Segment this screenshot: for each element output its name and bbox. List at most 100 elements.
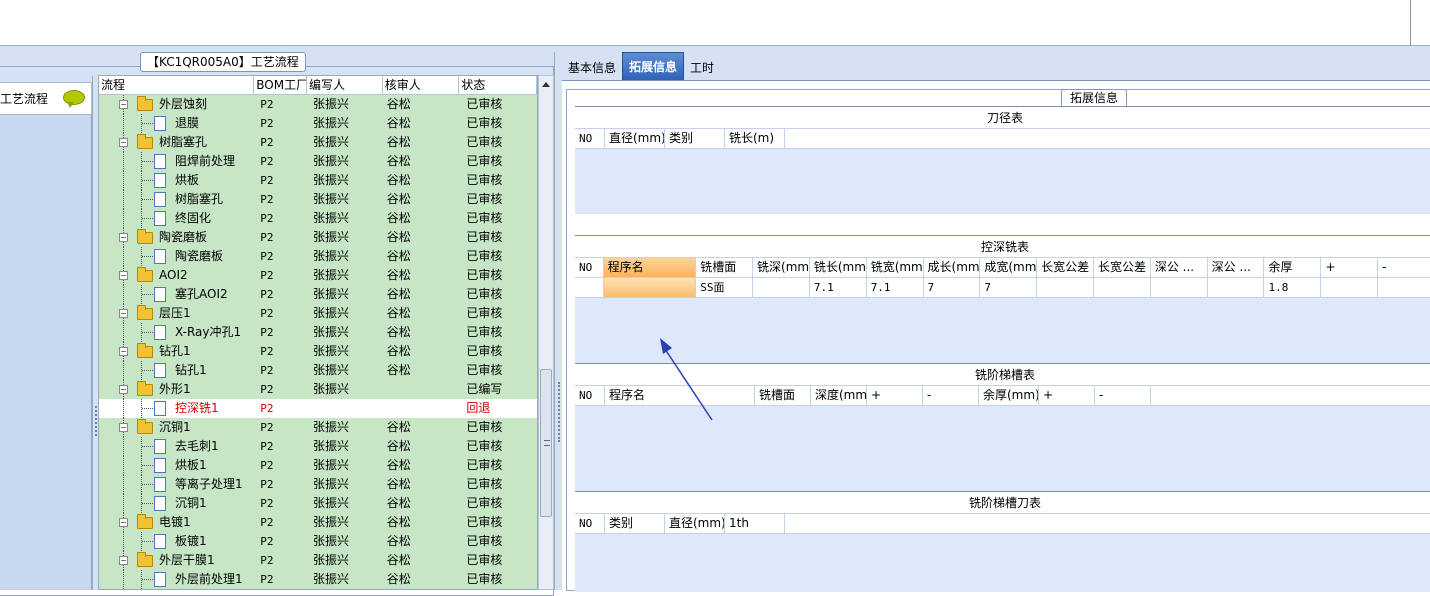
table-cell[interactable] — [1037, 278, 1094, 298]
tree-node[interactable]: X-Ray冲孔1 — [99, 323, 254, 342]
table-cell[interactable] — [1207, 278, 1265, 298]
table-row[interactable]: 等离子处理1 P2 张振兴 谷松 已审核 — [99, 475, 537, 494]
tree-node[interactable]: 控深铣1 — [99, 399, 254, 418]
table-row[interactable]: − 外形1 P2 张振兴 已编写 — [99, 380, 537, 399]
table-row[interactable]: 控深铣1 P2 回退 — [99, 399, 537, 418]
table-cell[interactable]: 7.1 — [866, 278, 924, 298]
column-header[interactable]: + — [1039, 386, 1095, 405]
tree-collapse-toggle-icon[interactable]: − — [119, 100, 128, 109]
column-header[interactable]: 程序名 — [603, 258, 697, 277]
tree-node[interactable]: 陶瓷磨板 — [99, 247, 254, 266]
column-header[interactable]: 深公 ... — [1151, 258, 1208, 277]
table-row[interactable]: 板镀1 P2 张振兴 谷松 已审核 — [99, 532, 537, 551]
column-header[interactable]: 深公 ... — [1208, 258, 1265, 277]
column-header[interactable]: 铣长(mm) — [810, 258, 867, 277]
tree-node[interactable]: 板镀1 — [99, 532, 254, 551]
column-header[interactable]: 直径(mm) — [605, 129, 665, 148]
tree-node[interactable]: 沉铜1 — [99, 494, 254, 513]
column-header[interactable]: - — [1095, 386, 1151, 405]
tab-work-hours[interactable]: 工时 — [684, 56, 720, 80]
table-row[interactable]: − 陶瓷磨板 P2 张振兴 谷松 已审核 — [99, 228, 537, 247]
table-row[interactable]: 烘板1 P2 张振兴 谷松 已审核 — [99, 456, 537, 475]
table-row[interactable]: − AOI2 P2 张振兴 谷松 已审核 — [99, 266, 537, 285]
column-header[interactable]: NO — [575, 386, 605, 405]
tree-node[interactable]: 阻焊前处理 — [99, 152, 254, 171]
table-cell[interactable]: SS面 — [696, 278, 754, 298]
column-header[interactable]: + — [867, 386, 923, 405]
table-cell[interactable]: 7 — [923, 278, 981, 298]
table-cell[interactable] — [1378, 278, 1430, 298]
table-cell[interactable]: 1.8 — [1264, 278, 1322, 298]
table-cell[interactable] — [753, 278, 810, 298]
tree-collapse-toggle-icon[interactable]: − — [119, 385, 128, 394]
column-header[interactable]: 长宽公差 — [1094, 258, 1151, 277]
table-row[interactable]: 终固化 P2 张振兴 谷松 已审核 — [99, 209, 537, 228]
column-header[interactable]: 直径(mm) — [665, 514, 725, 533]
table-row[interactable]: − 外层蚀刻 P2 张振兴 谷松 已审核 — [99, 95, 537, 114]
table-row[interactable]: 阻焊前处理 P2 张振兴 谷松 已审核 — [99, 152, 537, 171]
right-splitter-handle[interactable] — [554, 52, 562, 590]
table-row[interactable]: − 电镀1 P2 张振兴 谷松 已审核 — [99, 513, 537, 532]
table-row[interactable]: 钻孔1 P2 张振兴 谷松 已审核 — [99, 361, 537, 380]
column-header[interactable]: - — [1378, 258, 1430, 277]
tree-node[interactable]: − AOI2 — [99, 266, 254, 285]
column-header[interactable]: 类别 — [665, 129, 725, 148]
table-row[interactable]: 陶瓷磨板 P2 张振兴 谷松 已审核 — [99, 247, 537, 266]
column-header[interactable]: 铣槽面 — [755, 386, 811, 405]
column-header[interactable]: 铣长(m) — [725, 129, 785, 148]
table-row[interactable]: 沉铜1 P2 张振兴 谷松 已审核 — [99, 494, 537, 513]
table-row[interactable]: − 沉铜1 P2 张振兴 谷松 已审核 — [99, 418, 537, 437]
table-row[interactable]: − 树脂塞孔 P2 张振兴 谷松 已审核 — [99, 133, 537, 152]
tree-node[interactable]: 去毛刺1 — [99, 437, 254, 456]
column-header-writer[interactable]: 编写人 — [307, 76, 383, 94]
tree-node[interactable]: − 沉铜1 — [99, 418, 254, 437]
table-row[interactable]: 外层前处理1 P2 张振兴 谷松 已审核 — [99, 570, 537, 589]
tree-node[interactable]: − 层压1 — [99, 304, 254, 323]
column-header[interactable]: 类别 — [605, 514, 665, 533]
table-cell[interactable] — [1094, 278, 1151, 298]
program-name-cell[interactable] — [603, 278, 697, 298]
column-header-reviewer[interactable]: 核审人 — [383, 76, 460, 94]
column-header[interactable]: NO — [575, 258, 604, 277]
tree-node[interactable]: − 外层干膜1 — [99, 551, 254, 570]
tree-node[interactable]: − 钻孔1 — [99, 342, 254, 361]
tree-collapse-toggle-icon[interactable]: − — [119, 233, 128, 242]
column-header[interactable]: + — [1321, 258, 1379, 277]
table-row[interactable]: 烘板 P2 张振兴 谷松 已审核 — [99, 171, 537, 190]
depth-milling-data-row[interactable]: SS面 7.1 7.1 7 7 1.8 — [575, 278, 1430, 298]
tree-node[interactable]: 终固化 — [99, 209, 254, 228]
table-row[interactable]: 树脂塞孔 P2 张振兴 谷松 已审核 — [99, 190, 537, 209]
tree-node[interactable]: 塞孔AOI2 — [99, 285, 254, 304]
tree-node[interactable]: − 电镀1 — [99, 513, 254, 532]
column-header[interactable]: - — [923, 386, 979, 405]
tab-extended-info[interactable]: 拓展信息 — [622, 52, 685, 80]
column-header[interactable]: 深度(mm) — [811, 386, 867, 405]
scrollbar-thumb[interactable] — [540, 369, 552, 517]
tree-node[interactable]: 退膜 — [99, 114, 254, 133]
tree-node[interactable]: 钻孔1 — [99, 361, 254, 380]
tree-node[interactable]: 外层前处理1 — [99, 570, 254, 589]
tree-vertical-scrollbar[interactable] — [538, 75, 554, 590]
table-cell[interactable] — [1321, 278, 1379, 298]
tree-node[interactable]: − 外形1 — [99, 380, 254, 399]
tree-node[interactable]: − 外层蚀刻 — [99, 95, 254, 114]
tree-collapse-toggle-icon[interactable]: − — [119, 518, 128, 527]
scroll-up-arrow-icon[interactable] — [542, 82, 550, 87]
table-row[interactable]: − 钻孔1 P2 张振兴 谷松 已审核 — [99, 342, 537, 361]
tree-node[interactable]: 烘板1 — [99, 456, 254, 475]
tree-collapse-toggle-icon[interactable]: − — [119, 271, 128, 280]
tree-node[interactable]: − 树脂塞孔 — [99, 133, 254, 152]
column-header[interactable]: 余厚(mm) — [979, 386, 1039, 405]
tree-collapse-toggle-icon[interactable]: − — [119, 347, 128, 356]
table-cell[interactable]: 7 — [980, 278, 1038, 298]
tree-collapse-toggle-icon[interactable]: − — [119, 309, 128, 318]
tree-collapse-toggle-icon[interactable]: − — [119, 138, 128, 147]
column-header[interactable]: NO — [575, 514, 605, 533]
table-cell[interactable] — [1150, 278, 1208, 298]
column-header-status[interactable]: 状态 — [459, 76, 537, 94]
column-header[interactable]: 1th — [725, 514, 785, 533]
column-header[interactable]: 余厚 — [1264, 258, 1322, 277]
column-header[interactable]: 铣槽面 — [696, 258, 754, 277]
table-row[interactable]: X-Ray冲孔1 P2 张振兴 谷松 已审核 — [99, 323, 537, 342]
tree-node[interactable]: 烘板 — [99, 171, 254, 190]
